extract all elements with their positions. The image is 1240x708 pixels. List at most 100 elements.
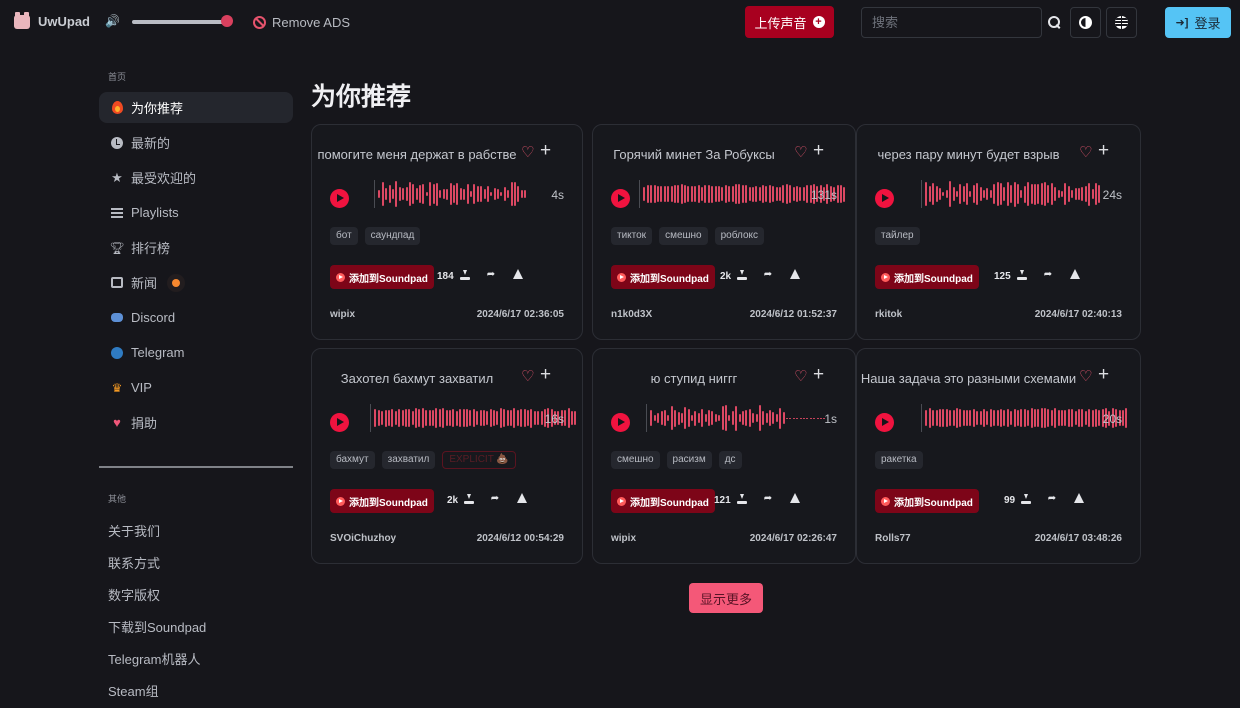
add-to-playlist-icon[interactable]: + <box>1098 141 1112 160</box>
waveform[interactable] <box>646 404 826 432</box>
login-button[interactable]: ➜] 登录 <box>1165 7 1231 38</box>
report-warning-icon[interactable] <box>1070 269 1080 279</box>
link-download-soundpad[interactable]: 下载到Soundpad <box>99 612 293 644</box>
author-name[interactable]: wipix <box>330 309 355 320</box>
tag[interactable]: расизм <box>666 451 712 469</box>
add-to-playlist-icon[interactable]: + <box>813 141 827 160</box>
share-icon[interactable]: ➦ <box>485 269 497 281</box>
link-steam-group[interactable]: Steam组 <box>99 676 293 708</box>
volume-slider-handle[interactable] <box>221 15 233 27</box>
sound-title[interactable]: Захотел бахмут захватил <box>312 371 522 386</box>
share-icon[interactable]: ➦ <box>1042 269 1054 281</box>
waveform-bar <box>456 183 459 205</box>
link-about[interactable]: 关于我们 <box>99 516 293 548</box>
waveform-bar <box>795 186 798 202</box>
sidebar-item-vip[interactable]: ♛ VIP <box>99 372 293 403</box>
play-button[interactable] <box>611 413 630 432</box>
waveform[interactable] <box>921 180 1101 208</box>
report-warning-icon[interactable] <box>513 269 523 279</box>
add-to-soundpad-button[interactable]: 添加到Soundpad <box>875 489 979 513</box>
download-icon[interactable] <box>1020 493 1032 505</box>
report-warning-icon[interactable] <box>517 493 527 503</box>
sound-title[interactable]: ю ступид ниггг <box>593 371 795 386</box>
add-to-soundpad-button[interactable]: 添加到Soundpad <box>611 265 715 289</box>
play-button[interactable] <box>875 189 894 208</box>
link-telegram-bot[interactable]: Telegram机器人 <box>99 644 293 676</box>
play-button[interactable] <box>611 189 630 208</box>
report-warning-icon[interactable] <box>1074 493 1084 503</box>
tag[interactable]: тикток <box>611 227 653 245</box>
sidebar-item-donate[interactable]: ♥ 捐助 <box>99 407 293 438</box>
sound-title[interactable]: Горячий минет За Робуксы <box>593 147 795 162</box>
show-more-button[interactable]: 显示更多 <box>689 583 763 613</box>
tag[interactable]: роблокс <box>714 227 765 245</box>
favorite-heart-icon[interactable]: ♡ <box>1079 145 1093 160</box>
author-name[interactable]: n1k0d3X <box>611 309 652 320</box>
tag[interactable]: бот <box>330 227 358 245</box>
download-icon[interactable] <box>463 493 475 505</box>
share-icon[interactable]: ➦ <box>762 493 774 505</box>
upload-sound-button[interactable]: 上传声音 + <box>745 6 834 38</box>
download-icon[interactable] <box>459 269 471 281</box>
download-icon[interactable] <box>1016 269 1028 281</box>
link-dmca[interactable]: 数字版权 <box>99 580 293 612</box>
favorite-heart-icon[interactable]: ♡ <box>521 145 535 160</box>
sidebar-item-popular[interactable]: ★ 最受欢迎的 <box>99 162 293 193</box>
search-input[interactable] <box>872 15 1048 30</box>
add-to-soundpad-button[interactable]: 添加到Soundpad <box>330 265 434 289</box>
play-button[interactable] <box>875 413 894 432</box>
sound-title[interactable]: Наша задача это разными схемами <box>857 371 1080 386</box>
author-name[interactable]: rkitok <box>875 309 902 320</box>
download-icon[interactable] <box>736 269 748 281</box>
tag[interactable]: саундпад <box>364 227 421 245</box>
waveform[interactable] <box>921 404 1128 432</box>
sound-title[interactable]: через пару минут будет взрыв <box>857 147 1080 162</box>
favorite-heart-icon[interactable]: ♡ <box>794 369 808 384</box>
favorite-heart-icon[interactable]: ♡ <box>1079 369 1093 384</box>
theme-toggle-button[interactable] <box>1070 7 1101 38</box>
add-to-playlist-icon[interactable]: + <box>540 365 554 384</box>
link-contact[interactable]: 联系方式 <box>99 548 293 580</box>
tag[interactable]: дс <box>718 451 742 469</box>
add-to-soundpad-button[interactable]: 添加到Soundpad <box>611 489 715 513</box>
tag[interactable]: ракетка <box>875 451 923 469</box>
sidebar-item-telegram[interactable]: Telegram <box>99 337 293 368</box>
sidebar-item-leaderboard[interactable]: 🏆︎ 排行榜 <box>99 232 293 263</box>
sidebar-item-newest[interactable]: 最新的 <box>99 127 293 158</box>
play-button[interactable] <box>330 413 349 432</box>
waveform-bar <box>938 187 941 201</box>
language-button[interactable] <box>1106 7 1137 38</box>
waveform[interactable] <box>374 180 527 208</box>
download-icon[interactable] <box>736 493 748 505</box>
tag[interactable]: смешно <box>659 227 708 245</box>
report-warning-icon[interactable] <box>790 269 800 279</box>
author-name[interactable]: wipix <box>611 533 636 544</box>
tag[interactable]: смешно <box>611 451 660 469</box>
tag[interactable]: захватил <box>381 451 436 469</box>
volume-icon[interactable]: 🔊 <box>105 14 121 28</box>
add-to-playlist-icon[interactable]: + <box>813 365 827 384</box>
sidebar-item-recommended[interactable]: 为你推荐 <box>99 92 293 123</box>
remove-ads-link[interactable]: Remove ADS <box>253 15 350 30</box>
add-to-playlist-icon[interactable]: + <box>540 141 554 160</box>
share-icon[interactable]: ➦ <box>1046 493 1058 505</box>
favorite-heart-icon[interactable]: ♡ <box>521 369 535 384</box>
share-icon[interactable]: ➦ <box>489 493 501 505</box>
sidebar-item-news[interactable]: 新闻 <box>99 267 293 298</box>
sound-title[interactable]: помогите меня держат в рабстве <box>312 147 522 162</box>
play-button[interactable] <box>330 189 349 208</box>
logo[interactable]: UwUpad <box>14 11 90 29</box>
add-to-playlist-icon[interactable]: + <box>1098 365 1112 384</box>
add-to-soundpad-button[interactable]: 添加到Soundpad <box>330 489 434 513</box>
report-warning-icon[interactable] <box>790 493 800 503</box>
volume-slider[interactable] <box>132 20 232 24</box>
favorite-heart-icon[interactable]: ♡ <box>794 145 808 160</box>
sidebar-item-playlists[interactable]: Playlists <box>99 197 293 228</box>
share-icon[interactable]: ➦ <box>762 269 774 281</box>
add-to-soundpad-button[interactable]: 添加到Soundpad <box>875 265 979 289</box>
author-name[interactable]: Rolls77 <box>875 533 911 544</box>
author-name[interactable]: SVOiChuzhoy <box>330 533 396 544</box>
tag[interactable]: бахмут <box>330 451 375 469</box>
sidebar-item-discord[interactable]: Discord <box>99 302 293 333</box>
tag[interactable]: тайлер <box>875 227 920 245</box>
